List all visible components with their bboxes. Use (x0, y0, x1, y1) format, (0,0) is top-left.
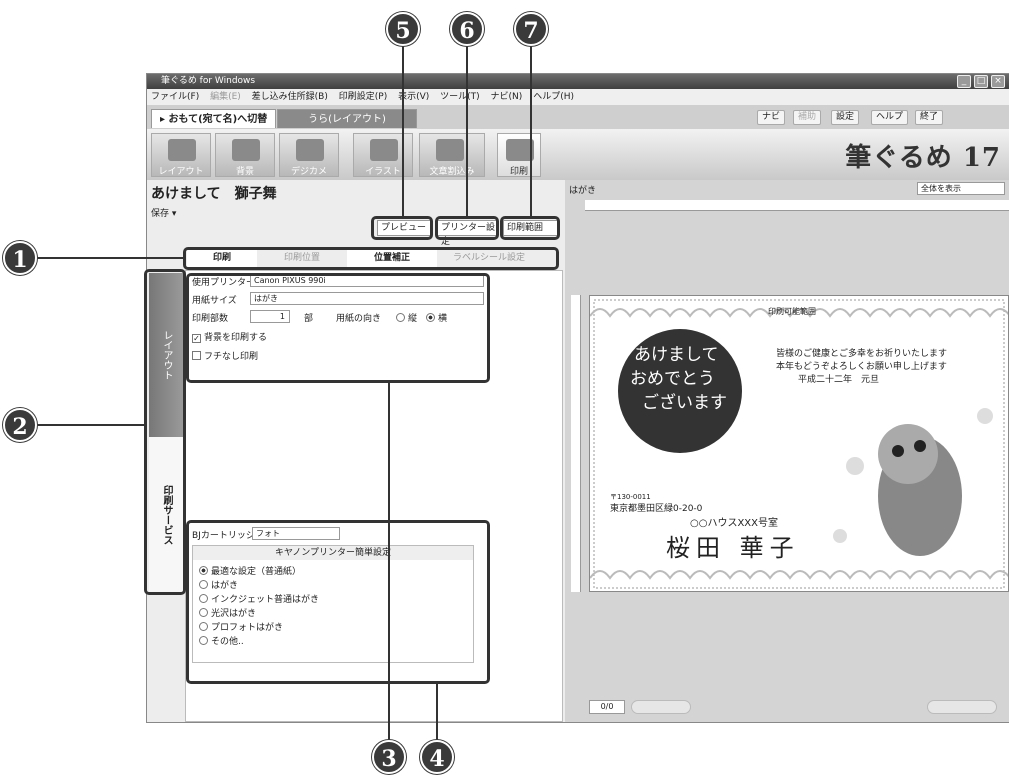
printable-area-label: 印刷可能範囲 (768, 307, 816, 316)
mode-layout[interactable]: レイアウト (151, 133, 211, 177)
zoom-select[interactable]: 全体を表示 (917, 182, 1005, 195)
menu-file[interactable]: ファイル(F) (151, 92, 199, 102)
sender-address: 東京都墨田区緑0-20-0 (610, 504, 703, 514)
layout-icon (168, 139, 196, 161)
menu-edit[interactable]: 編集(E) (210, 92, 241, 102)
assist-button[interactable]: 補助 (793, 110, 822, 125)
message-line-2: 本年もどうぞよろしくお願い申し上げます (776, 362, 947, 372)
leader-line-1 (36, 257, 184, 259)
leader-line-6 (466, 44, 468, 216)
menu-navi[interactable]: ナビ(N) (491, 92, 523, 102)
camera-icon (296, 139, 324, 161)
mode-bar: レイアウト 背景 デジカメ イラスト 文章割込み 印刷 筆ぐるめ 17 (147, 129, 1009, 180)
message-line-1: 皆様のご健康とご多幸をお祈りいたします (776, 349, 948, 359)
background-icon (232, 139, 260, 161)
greeting-line-1: あけまして (634, 345, 719, 365)
leader-line-3 (388, 383, 390, 746)
highlight-side-tabs (144, 269, 186, 595)
callout-1: 1 (3, 241, 37, 275)
mode-camera[interactable]: デジカメ (279, 133, 339, 177)
mode-illust[interactable]: イラスト (353, 133, 413, 177)
highlight-print-area (500, 216, 560, 240)
menu-help[interactable]: ヘルプ(H) (533, 92, 574, 102)
callout-4: 4 (420, 740, 454, 774)
highlight-print-tabs (183, 247, 559, 270)
illust-icon (370, 139, 398, 161)
leader-line-2 (36, 424, 144, 426)
leader-line-4 (436, 684, 438, 746)
menu-address[interactable]: 差し込み住所録(B) (252, 92, 328, 102)
callout-2: 2 (3, 408, 37, 442)
minimize-icon[interactable]: _ (957, 75, 971, 88)
navi-button[interactable]: ナビ (757, 110, 786, 125)
title-bar: 筆ぐるめ for Windows _ □ × (147, 74, 1009, 89)
tab-ura[interactable]: うら(レイアウト) (277, 109, 417, 128)
mode-background[interactable]: 背景 (215, 133, 275, 177)
document-title: あけまして 獅子舞 (151, 186, 277, 202)
greeting-line-3: ございます (642, 393, 727, 413)
mode-illust-label: イラスト (365, 167, 401, 177)
vertical-ruler (571, 295, 581, 592)
callout-7: 7 (514, 12, 548, 46)
greeting-line-2: おめでとう (630, 369, 715, 389)
menu-tools[interactable]: ツール(T) (440, 92, 480, 102)
mode-text[interactable]: 文章割込み (419, 133, 485, 177)
sender-building: ○○ハウスXXX号室 (690, 518, 779, 529)
callout-5: 5 (386, 12, 420, 46)
mode-background-label: 背景 (235, 167, 254, 177)
leader-line-7 (530, 44, 532, 216)
close-icon[interactable]: × (991, 75, 1005, 88)
callout-3: 3 (372, 740, 406, 774)
preview-pane: はがき 全体を表示 印刷可能範囲 あけまして おめでとう ございます 皆様のご健… (565, 180, 1009, 722)
message-line-3: 平成二十二年 元旦 (798, 375, 880, 385)
exit-button[interactable]: 終了 (915, 110, 944, 125)
mode-camera-label: デジカメ (290, 167, 327, 177)
mode-print-label: 印刷 (509, 167, 528, 177)
sender-name: 桜田 華子 (666, 534, 800, 562)
maximize-icon[interactable]: □ (974, 75, 988, 88)
page-nav-prev[interactable] (631, 700, 691, 714)
mode-print[interactable]: 印刷 (497, 133, 541, 177)
menu-print-settings[interactable]: 印刷設定(P) (339, 92, 387, 102)
highlight-print-settings (186, 273, 490, 383)
settings-button[interactable]: 設定 (831, 110, 860, 125)
highlight-cartridge-settings (186, 520, 490, 684)
horizontal-ruler (585, 200, 1009, 211)
highlight-preview (371, 216, 433, 240)
window-title: 筆ぐるめ for Windows (161, 76, 256, 86)
callout-6: 6 (450, 12, 484, 46)
postcard-preview: 印刷可能範囲 あけまして おめでとう ございます 皆様のご健康とご多幸をお祈りい… (589, 295, 1009, 592)
page-indicator: 0/0 (589, 700, 625, 714)
highlight-printer-setup (435, 216, 499, 240)
tab-row: ▸ おもて(宛て名)へ切替 うら(レイアウト) ナビ 補助 設定 ヘルプ 終了 (147, 105, 1009, 129)
text-icon (436, 139, 464, 161)
brand-logo: 筆ぐるめ 17 (845, 143, 1001, 173)
save-button[interactable]: 保存 ▾ (151, 206, 176, 219)
paper-type-label: はがき (569, 186, 597, 196)
menu-bar: ファイル(F) 編集(E) 差し込み住所録(B) 印刷設定(P) 表示(V) ツ… (147, 89, 1009, 105)
help-button[interactable]: ヘルプ (871, 110, 909, 125)
mode-layout-label: レイアウト (158, 167, 204, 177)
leader-line-5 (402, 44, 404, 216)
page-nav-next[interactable] (927, 700, 997, 714)
tab-omote[interactable]: ▸ おもて(宛て名)へ切替 (151, 109, 277, 128)
